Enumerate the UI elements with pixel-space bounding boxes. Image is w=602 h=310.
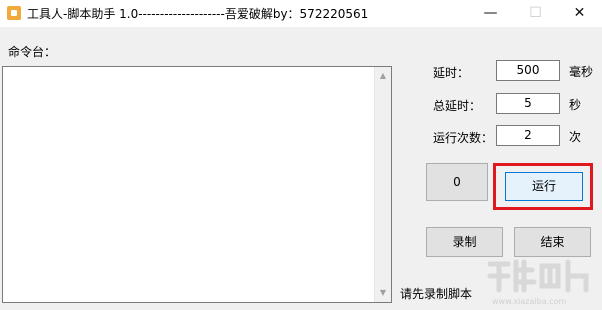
svg-text:www.xiazaiba.com: www.xiazaiba.com xyxy=(492,297,566,306)
console-label: 命令台： xyxy=(8,45,57,59)
delay-unit: 毫秒 xyxy=(569,65,594,79)
app-icon xyxy=(7,6,21,20)
total-delay-input[interactable]: 5 xyxy=(496,93,560,114)
stop-button[interactable]: 结束 xyxy=(514,227,591,257)
console-textarea[interactable]: ▲ ▼ xyxy=(2,66,392,303)
delay-label: 延时： xyxy=(433,66,470,80)
total-delay-unit: 秒 xyxy=(569,98,582,112)
minimize-button[interactable]: — xyxy=(468,0,513,27)
record-button[interactable]: 录制 xyxy=(426,227,503,257)
close-button[interactable]: ✕ xyxy=(557,0,602,27)
status-text: 请先录制脚本 xyxy=(400,287,473,301)
counter-button[interactable]: 0 xyxy=(426,163,488,201)
run-button[interactable]: 运行 xyxy=(505,172,583,201)
maximize-button[interactable]: ☐ xyxy=(513,0,558,27)
title-bar: 工具人-脚本助手 1.0--------------------吾爱破解by：5… xyxy=(0,0,602,27)
run-count-unit: 次 xyxy=(569,130,582,144)
console-scrollbar[interactable]: ▲ ▼ xyxy=(374,67,391,302)
delay-input[interactable]: 500 xyxy=(496,60,560,81)
window-title: 工具人-脚本助手 1.0--------------------吾爱破解by：5… xyxy=(27,7,369,21)
total-delay-label: 总延时： xyxy=(433,99,482,113)
run-count-label: 运行次数： xyxy=(433,131,494,145)
scroll-down-icon[interactable]: ▼ xyxy=(375,285,391,301)
scroll-up-icon[interactable]: ▲ xyxy=(375,68,391,84)
watermark-logo: www.xiazaiba.com xyxy=(487,259,589,306)
run-count-input[interactable]: 2 xyxy=(496,125,560,146)
